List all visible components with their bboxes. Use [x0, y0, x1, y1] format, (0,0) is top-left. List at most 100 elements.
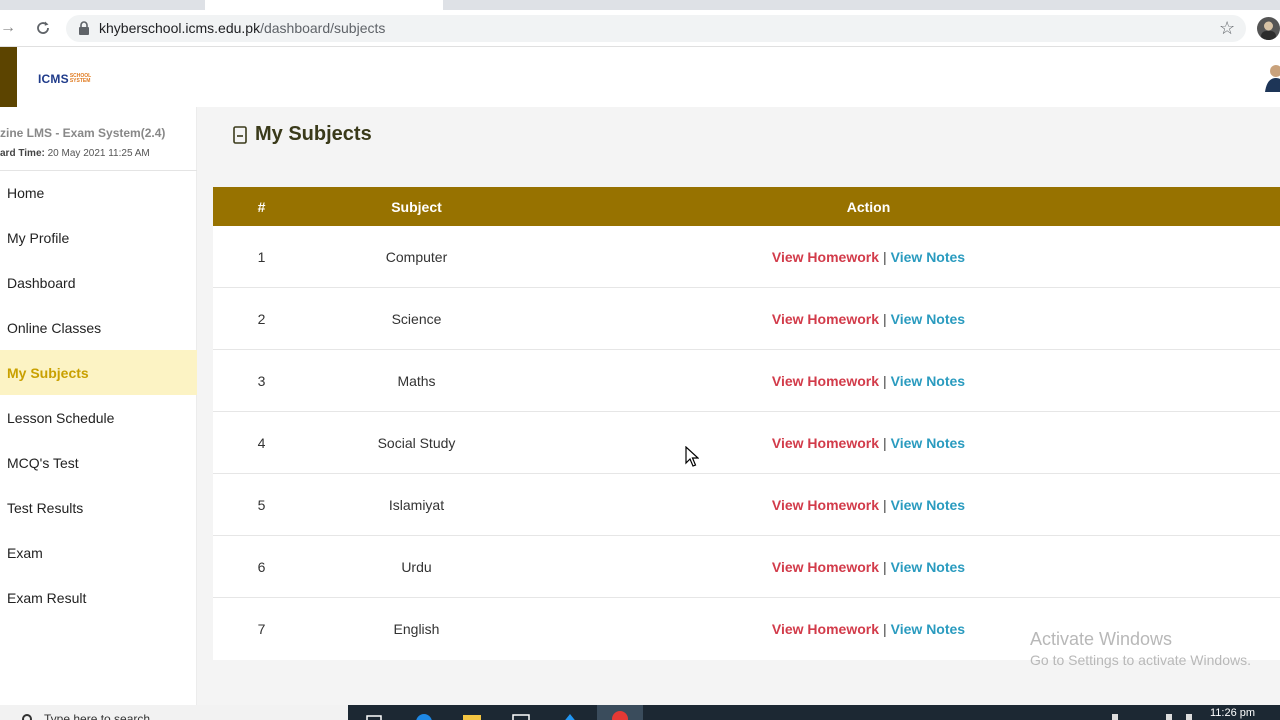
action-separator: |	[883, 310, 887, 327]
search-icon	[22, 714, 32, 720]
view-notes-link[interactable]: View Notes	[891, 621, 965, 637]
browser-profile-avatar[interactable]	[1257, 17, 1280, 40]
row-actions: View Homework | View Notes	[523, 435, 1280, 451]
url-path: /dashboard/subjects	[260, 20, 386, 36]
sidebar-item-my-profile[interactable]: My Profile	[0, 215, 197, 260]
sidebar-menu: Home My Profile Dashboard Online Classes…	[0, 170, 197, 620]
action-separator: |	[883, 248, 887, 265]
header-subject: Subject	[391, 198, 442, 215]
table-row: 4 Social Study View Homework | View Notes	[213, 412, 1280, 474]
view-notes-link[interactable]: View Notes	[891, 311, 965, 327]
icms-logo[interactable]: ICMS SCHOOL SYSTEM	[38, 69, 91, 89]
windows-taskbar: Type here to search 11:26 pm	[0, 705, 1280, 720]
sidebar-item-my-subjects[interactable]: My Subjects	[0, 350, 197, 395]
view-homework-link[interactable]: View Homework	[772, 249, 879, 265]
tray-icon[interactable]	[1112, 714, 1118, 720]
browser-tabstrip	[0, 0, 1280, 10]
sidebar-item-online-classes[interactable]: Online Classes	[0, 305, 197, 350]
chrome-icon	[612, 711, 628, 720]
subjects-table: # Subject Action 1 Computer View Homework |…	[213, 187, 1280, 660]
network-icon[interactable]	[1166, 714, 1172, 720]
view-notes-link[interactable]: View Notes	[891, 373, 965, 389]
store-icon[interactable]	[510, 710, 532, 720]
forward-icon[interactable]: →	[0, 18, 20, 38]
table-body: 1 Computer View Homework | View Notes 2 Scienc…	[213, 226, 1280, 660]
taskbar-search-box[interactable]: Type here to search	[0, 705, 348, 720]
profile-avatar-icon	[1261, 21, 1276, 40]
url-text[interactable]: khyberschool.icms.edu.pk/dashboard/subje…	[99, 20, 385, 37]
row-subject: Islamiyat	[388, 496, 445, 513]
time-label: ard Time:	[0, 148, 45, 159]
mouse-cursor-icon	[685, 446, 699, 467]
view-homework-link[interactable]: View Homework	[772, 497, 879, 513]
row-number: 3	[257, 372, 266, 389]
row-subject: English	[393, 621, 440, 637]
action-separator: |	[883, 434, 887, 451]
row-number: 4	[257, 434, 266, 451]
row-number: 2	[257, 310, 266, 327]
book-icon	[233, 125, 247, 144]
row-number: 6	[257, 558, 266, 575]
row-actions: View Homework | View Notes	[523, 373, 1280, 389]
page-heading: My Subjects	[233, 123, 372, 146]
sidebar-item-mcqs-test[interactable]: MCQ's Test	[0, 440, 197, 485]
taskbar-clock[interactable]: 11:26 pm	[1210, 707, 1255, 719]
sidebar-item-home[interactable]: Home	[0, 170, 197, 215]
user-avatar[interactable]	[1263, 60, 1280, 92]
view-homework-link[interactable]: View Homework	[772, 559, 879, 575]
activate-windows-watermark: Activate Windows Go to Settings to activ…	[1030, 628, 1251, 670]
sidebar-item-lesson-schedule[interactable]: Lesson Schedule	[0, 395, 197, 440]
edge-browser-icon[interactable]	[413, 710, 435, 720]
row-actions: View Homework | View Notes	[523, 559, 1280, 575]
action-separator: |	[883, 496, 887, 513]
row-actions: View Homework | View Notes	[523, 311, 1280, 327]
brand-stripe	[0, 47, 17, 107]
table-row: 3 Maths View Homework | View Notes	[213, 350, 1280, 412]
logo-sub-text: SCHOOL SYSTEM	[70, 74, 91, 84]
logo-main-text: ICMS	[38, 72, 69, 86]
row-number: 7	[257, 621, 266, 637]
sidebar-item-dashboard[interactable]: Dashboard	[0, 260, 197, 305]
row-number: 5	[257, 496, 266, 513]
view-homework-link[interactable]: View Homework	[772, 373, 879, 389]
table-row: 2 Science View Homework | View Notes	[213, 288, 1280, 350]
bookmark-star-icon[interactable]: ☆	[1219, 18, 1239, 38]
url-host: khyberschool.icms.edu.pk	[99, 20, 261, 36]
row-actions: View Homework | View Notes	[523, 497, 1280, 513]
sidebar-item-exam[interactable]: Exam	[0, 530, 197, 575]
user-avatar-icon	[1265, 65, 1280, 92]
view-notes-link[interactable]: View Notes	[891, 249, 965, 265]
header-action: Action	[846, 198, 891, 215]
browser-tab-active[interactable]	[205, 0, 443, 10]
mail-icon[interactable]	[559, 710, 581, 720]
sidebar-item-exam-result[interactable]: Exam Result	[0, 575, 197, 620]
volume-icon[interactable]	[1186, 714, 1192, 720]
view-homework-link[interactable]: View Homework	[772, 621, 879, 637]
lock-icon[interactable]	[78, 21, 90, 35]
row-subject: Maths	[397, 372, 436, 389]
table-row: 6 Urdu View Homework | View Notes	[213, 536, 1280, 598]
view-notes-link[interactable]: View Notes	[891, 559, 965, 575]
view-homework-link[interactable]: View Homework	[772, 435, 879, 451]
header-number: #	[257, 198, 266, 215]
row-actions: View Homework | View Notes	[523, 249, 1280, 265]
action-separator: |	[883, 372, 887, 389]
table-row: 1 Computer View Homework | View Notes	[213, 226, 1280, 288]
view-notes-link[interactable]: View Notes	[891, 497, 965, 513]
row-subject: Social Study	[377, 434, 456, 451]
sidebar-item-test-results[interactable]: Test Results	[0, 485, 197, 530]
row-number: 1	[257, 248, 266, 265]
view-notes-link[interactable]: View Notes	[891, 435, 965, 451]
sidebar: zine LMS - Exam System(2.4) ard Time: 20…	[0, 107, 197, 705]
taskbar-active-app[interactable]	[597, 705, 643, 720]
view-homework-link[interactable]: View Homework	[772, 311, 879, 327]
task-view-icon[interactable]	[363, 710, 385, 720]
table-row: 5 Islamiyat View Homework | View Notes	[213, 474, 1280, 536]
watermark-line2: Go to Settings to activate Windows.	[1030, 652, 1251, 668]
taskbar-search-placeholder: Type here to search	[44, 712, 151, 720]
reload-icon[interactable]	[33, 18, 53, 38]
site-header: ICMS SCHOOL SYSTEM	[0, 47, 1280, 107]
time-value: 20 May 2021 11:25 AM	[47, 148, 150, 159]
row-subject: Computer	[385, 248, 448, 265]
file-explorer-icon[interactable]	[461, 710, 483, 720]
